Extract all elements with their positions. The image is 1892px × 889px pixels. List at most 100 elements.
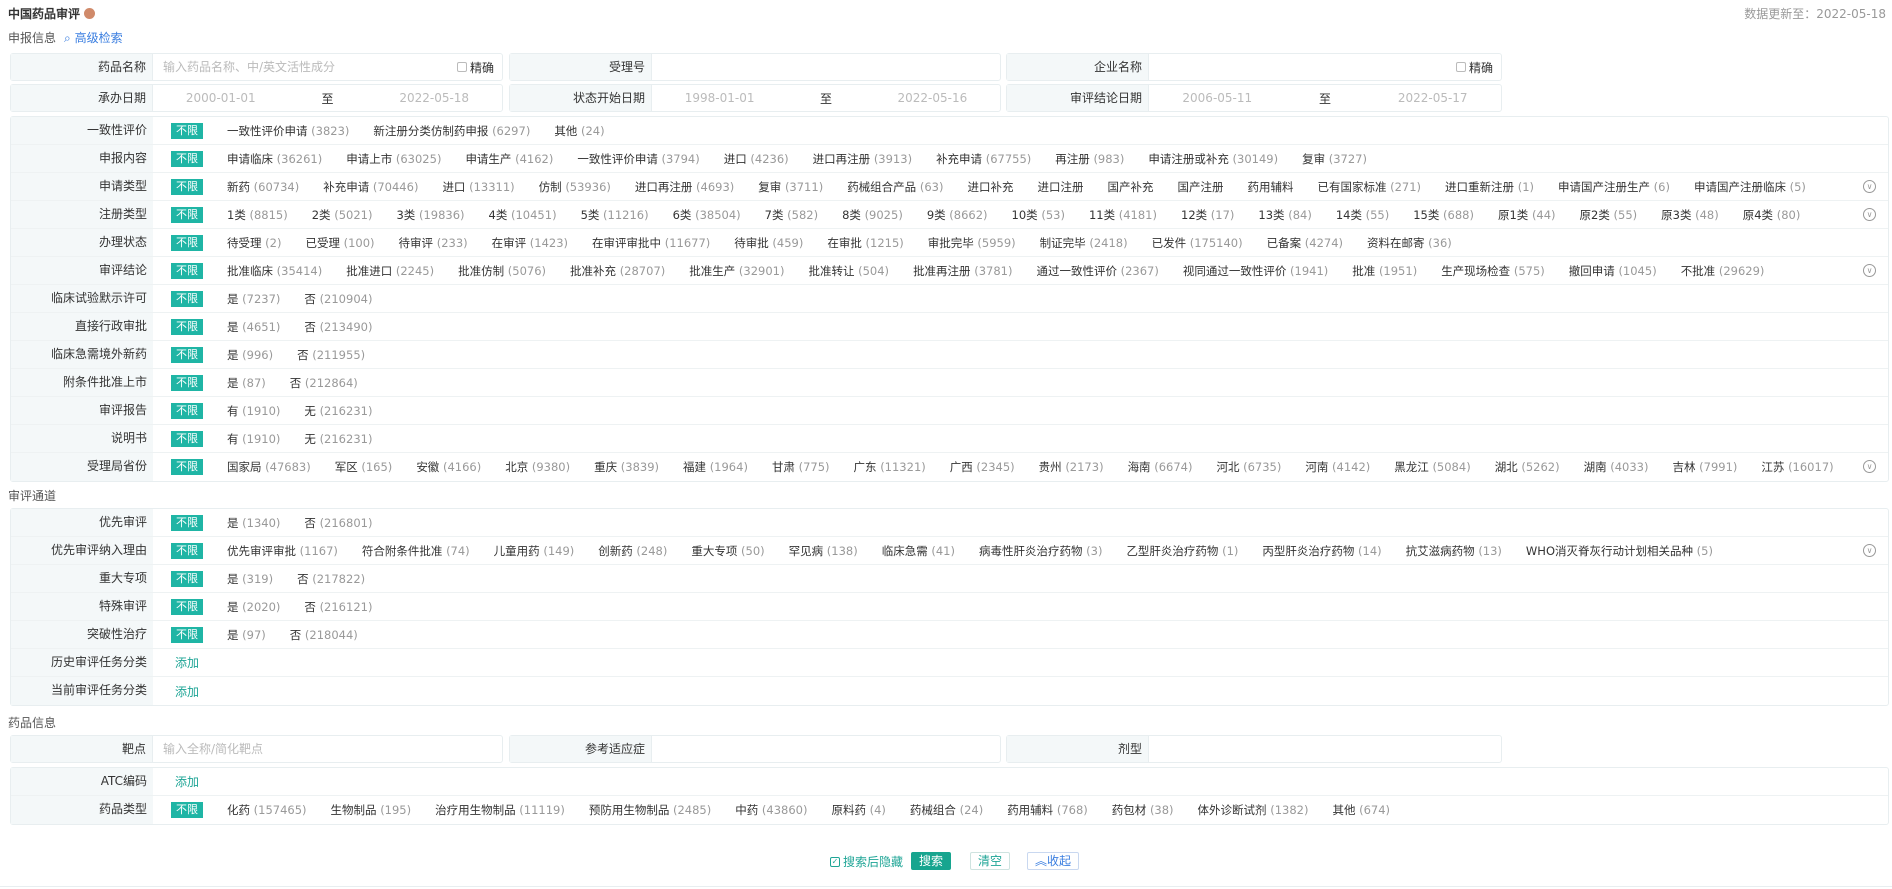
add-button[interactable]: 添加 <box>175 654 199 671</box>
unlimited-tag[interactable]: 不限 <box>171 178 203 195</box>
filter-option[interactable]: 重大专项 (50) <box>691 543 764 559</box>
filter-option[interactable]: 复审 (3727) <box>1302 151 1367 167</box>
unlimited-tag[interactable]: 不限 <box>171 402 203 419</box>
filter-option[interactable]: 其他 (24) <box>554 123 604 139</box>
drug-name-input[interactable] <box>153 54 457 80</box>
expand-chevron-icon[interactable]: ∨ <box>1863 460 1876 473</box>
filter-option[interactable]: 待审批 (459) <box>734 235 803 251</box>
target-input[interactable] <box>153 736 502 762</box>
filter-option[interactable]: 2类 (5021) <box>312 207 373 223</box>
filter-option[interactable]: 体外诊断试剂 (1382) <box>1198 802 1309 818</box>
search-button[interactable]: 搜索 <box>911 852 952 870</box>
filter-option[interactable]: 药用辅料 <box>1247 179 1293 195</box>
filter-option[interactable]: 原1类 (44) <box>1498 207 1556 223</box>
filter-option[interactable]: 原料药 (4) <box>831 802 885 818</box>
filter-option[interactable]: 是 (7237) <box>227 291 280 307</box>
filter-option[interactable]: 否 (217822) <box>297 571 365 587</box>
expand-chevron-icon[interactable]: ∨ <box>1863 180 1876 193</box>
conclusion-date-to[interactable]: 2022-05-17 <box>1398 91 1468 105</box>
filter-option[interactable]: 一致性评价申请 (3794) <box>577 151 699 167</box>
clear-button[interactable]: 清空 <box>970 852 1011 870</box>
filter-option[interactable]: 申请临床 (36261) <box>227 151 322 167</box>
unlimited-tag[interactable]: 不限 <box>171 206 203 223</box>
expand-chevron-icon[interactable]: ∨ <box>1863 264 1876 277</box>
company-exact-checkbox[interactable]: 精确 <box>1455 54 1501 80</box>
unlimited-tag[interactable]: 不限 <box>171 626 203 643</box>
filter-option[interactable]: 否 (211955) <box>297 347 365 363</box>
filter-option[interactable]: 有 (1910) <box>227 431 280 447</box>
filter-option[interactable]: 新药 (60734) <box>227 179 299 195</box>
filter-option[interactable]: 1类 (8815) <box>227 207 288 223</box>
filter-option[interactable]: 否 (216801) <box>304 515 372 531</box>
filter-option[interactable]: 创新药 (248) <box>598 543 667 559</box>
hide-after-search-checkbox[interactable]: ✓ 搜索后隐藏 <box>830 853 903 870</box>
filter-option[interactable]: 通过一致性评价 (2367) <box>1036 263 1158 279</box>
filter-option[interactable]: 其他 (674) <box>1332 802 1390 818</box>
filter-option[interactable]: 国产注册 <box>1177 179 1223 195</box>
filter-option[interactable]: 4类 (10451) <box>489 207 557 223</box>
filter-option[interactable]: 进口注册 <box>1037 179 1083 195</box>
filter-option[interactable]: 药用辅料 (768) <box>1007 802 1088 818</box>
filter-option[interactable]: 病毒性肝炎治疗药物 (3) <box>979 543 1102 559</box>
filter-option[interactable]: 广东 (11321) <box>854 459 926 475</box>
filter-option[interactable]: 已有国家标准 (271) <box>1317 179 1421 195</box>
filter-option[interactable]: 甘肃 (775) <box>772 459 830 475</box>
unlimited-tag[interactable]: 不限 <box>171 542 203 559</box>
filter-option[interactable]: 是 (97) <box>227 627 266 643</box>
unlimited-tag[interactable]: 不限 <box>171 262 203 279</box>
filter-option[interactable]: 批准转让 (504) <box>808 263 889 279</box>
filter-option[interactable]: 12类 (17) <box>1181 207 1234 223</box>
filter-option[interactable]: 药械组合 (24) <box>910 802 983 818</box>
filter-option[interactable]: 重庆 (3839) <box>594 459 659 475</box>
filter-option[interactable]: 海南 (6674) <box>1128 459 1193 475</box>
accept-no-input[interactable] <box>652 54 1000 80</box>
filter-option[interactable]: 湖南 (4033) <box>1584 459 1649 475</box>
filter-option[interactable]: 安徽 (4166) <box>416 459 481 475</box>
filter-option[interactable]: 待受理 (2) <box>227 235 281 251</box>
unlimited-tag[interactable]: 不限 <box>171 802 203 818</box>
filter-option[interactable]: 13类 (84) <box>1258 207 1311 223</box>
filter-option[interactable]: 15类 (688) <box>1413 207 1474 223</box>
unlimited-tag[interactable]: 不限 <box>171 430 203 447</box>
filter-option[interactable]: 儿童用药 (149) <box>494 543 575 559</box>
filter-option[interactable]: 批准补充 (28707) <box>570 263 665 279</box>
handle-date-from[interactable]: 2000-01-01 <box>186 91 256 105</box>
filter-option[interactable]: 药包材 (38) <box>1112 802 1174 818</box>
filter-option[interactable]: 进口再注册 (4693) <box>635 179 734 195</box>
expand-chevron-icon[interactable]: ∨ <box>1863 544 1876 557</box>
filter-option[interactable]: 抗艾滋病药物 (13) <box>1406 543 1502 559</box>
handle-date-to[interactable]: 2022-05-18 <box>399 91 469 105</box>
filter-option[interactable]: 黑龙江 (5084) <box>1394 459 1470 475</box>
filter-option[interactable]: 是 (4651) <box>227 319 280 335</box>
filter-option[interactable]: 申请上市 (63025) <box>346 151 441 167</box>
filter-option[interactable]: 军区 (165) <box>335 459 393 475</box>
add-button[interactable]: 添加 <box>175 683 199 700</box>
filter-option[interactable]: 无 (216231) <box>304 431 372 447</box>
unlimited-tag[interactable]: 不限 <box>171 459 203 475</box>
company-input[interactable] <box>1149 54 1456 80</box>
filter-option[interactable]: 批准临床 (35414) <box>227 263 322 279</box>
filter-option[interactable]: 进口再注册 (3913) <box>813 151 912 167</box>
add-button[interactable]: 添加 <box>175 773 199 790</box>
filter-option[interactable]: 丙型肝炎治疗药物 (14) <box>1262 543 1381 559</box>
filter-option[interactable]: 原3类 (48) <box>1661 207 1719 223</box>
filter-option[interactable]: 撤回申请 (1045) <box>1569 263 1657 279</box>
unlimited-tag[interactable]: 不限 <box>171 318 203 335</box>
filter-option[interactable]: 再注册 (983) <box>1055 151 1124 167</box>
filter-option[interactable]: 贵州 (2173) <box>1039 459 1104 475</box>
unlimited-tag[interactable]: 不限 <box>171 234 203 251</box>
advanced-search-link[interactable]: ⌕ 高级检索 <box>64 31 123 45</box>
filter-option[interactable]: 临床急需 (41) <box>882 543 955 559</box>
filter-option[interactable]: 批准再注册 (3781) <box>913 263 1012 279</box>
filter-option[interactable]: 在审批 (1215) <box>827 235 903 251</box>
unlimited-tag[interactable]: 不限 <box>171 514 203 531</box>
filter-option[interactable]: 视同通过一致性评价 (1941) <box>1183 263 1328 279</box>
filter-option[interactable]: 补充申请 (67755) <box>936 151 1031 167</box>
status-date-from[interactable]: 1998-01-01 <box>685 91 755 105</box>
filter-option[interactable]: 5类 (11216) <box>581 207 649 223</box>
filter-option[interactable]: 是 (87) <box>227 375 266 391</box>
filter-option[interactable]: 在审评 (1423) <box>492 235 568 251</box>
filter-option[interactable]: 一致性评价申请 (3823) <box>227 123 349 139</box>
filter-option[interactable]: 申请生产 (4162) <box>465 151 553 167</box>
filter-option[interactable]: 仿制 (53936) <box>539 179 611 195</box>
